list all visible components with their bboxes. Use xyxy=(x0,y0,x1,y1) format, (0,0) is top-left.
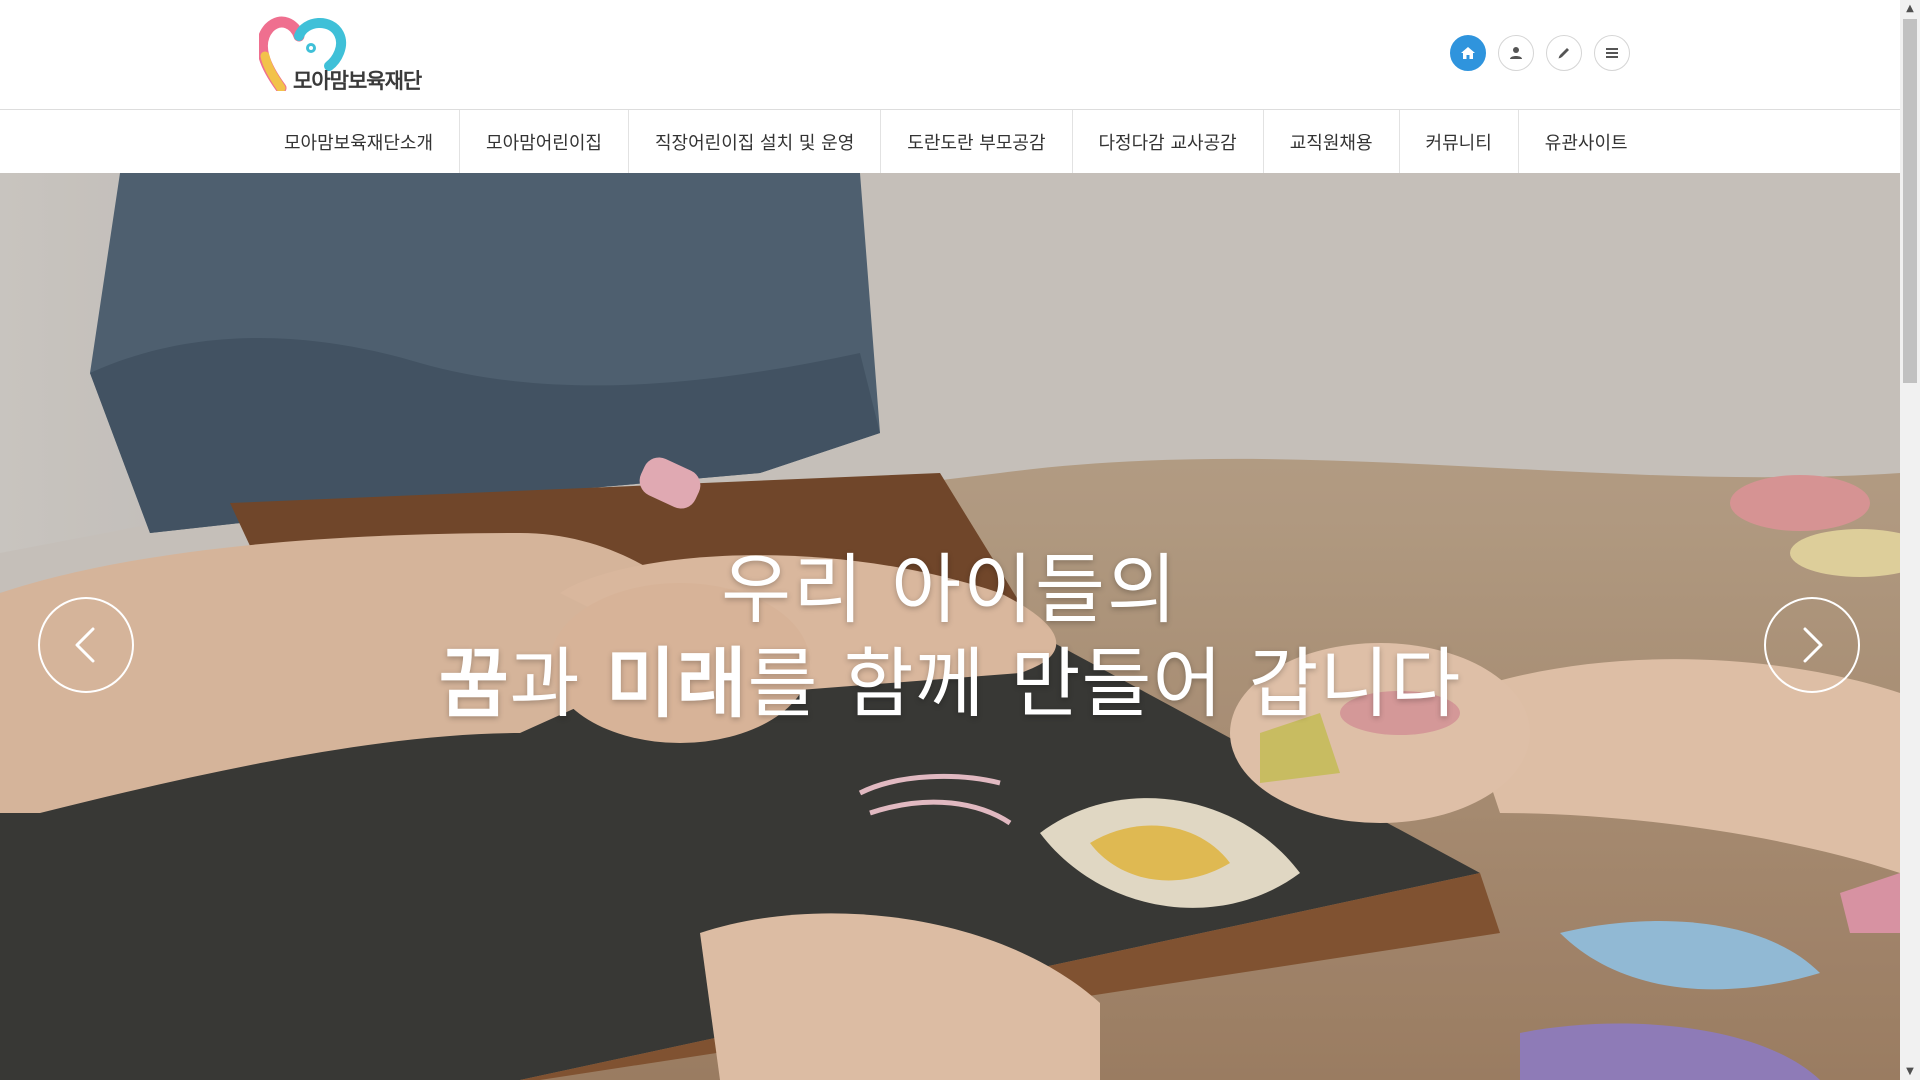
login-button[interactable] xyxy=(1498,35,1534,71)
slider-prev-button[interactable] xyxy=(38,597,134,693)
nav-item-daycare[interactable]: 모아맘어린이집 xyxy=(460,110,629,173)
nav-item-foundation-intro[interactable]: 모아맘보육재단소개 xyxy=(264,110,461,173)
join-button[interactable] xyxy=(1546,35,1582,71)
site-header: 모아맘보육재단 xyxy=(0,0,1900,110)
hero-word-dream: 꿈 xyxy=(438,639,510,728)
hero-word-future: 미래 xyxy=(605,639,748,728)
chevron-right-icon xyxy=(1803,627,1823,663)
home-button[interactable] xyxy=(1450,35,1486,71)
main-nav: 모아맘보육재단소개 모아맘어린이집 직장어린이집 설치 및 운영 도란도란 부모… xyxy=(0,110,1900,173)
scroll-down-arrow-icon[interactable]: ▼ xyxy=(1900,1063,1920,1080)
slider-next-button[interactable] xyxy=(1764,597,1860,693)
hero-headline: 우리 아이들의 꿈과 미래를 함께 만들어 갑니다 xyxy=(0,543,1900,731)
scroll-up-arrow-icon[interactable]: ▲ xyxy=(1900,0,1920,17)
hero-line-1: 우리 아이들의 xyxy=(721,545,1179,634)
pencil-icon xyxy=(1558,48,1569,59)
nav-list: 모아맘보육재단소개 모아맘어린이집 직장어린이집 설치 및 운영 도란도란 부모… xyxy=(264,110,1654,173)
sitemap-button[interactable] xyxy=(1594,35,1630,71)
site-logo[interactable]: 모아맘보육재단 xyxy=(259,16,429,94)
user-icon xyxy=(1510,47,1522,59)
hero-text-part: 를 함께 만들어 갑니다 xyxy=(747,639,1462,728)
utility-icons xyxy=(1450,35,1630,71)
menu-icon xyxy=(1606,48,1618,58)
scrollbar-thumb[interactable] xyxy=(1903,19,1917,383)
nav-item-community[interactable]: 커뮤니티 xyxy=(1400,110,1519,173)
nav-item-related-sites[interactable]: 유관사이트 xyxy=(1519,110,1654,173)
nav-item-workplace-daycare[interactable]: 직장어린이집 설치 및 운영 xyxy=(629,110,882,173)
page-scrollbar[interactable]: ▲ ▼ xyxy=(1900,0,1920,1080)
hero-line-2: 꿈과 미래를 함께 만들어 갑니다 xyxy=(0,637,1900,731)
page: 모아맘보육재단 모아맘보육재단소개 모아맘어린이집 직장어린이집 설치 및 운영… xyxy=(0,0,1920,1080)
hero-text-part: 과 xyxy=(509,639,606,728)
nav-item-parents[interactable]: 도란도란 부모공감 xyxy=(881,110,1073,173)
logo-text: 모아맘보육재단 xyxy=(293,69,422,93)
nav-item-recruitment[interactable]: 교직원채용 xyxy=(1264,110,1400,173)
nav-item-teachers[interactable]: 다정다감 교사공감 xyxy=(1073,110,1264,173)
chevron-left-icon xyxy=(75,627,95,663)
hero-slider: 우리 아이들의 꿈과 미래를 함께 만들어 갑니다 xyxy=(0,173,1900,1080)
home-icon xyxy=(1461,47,1475,59)
